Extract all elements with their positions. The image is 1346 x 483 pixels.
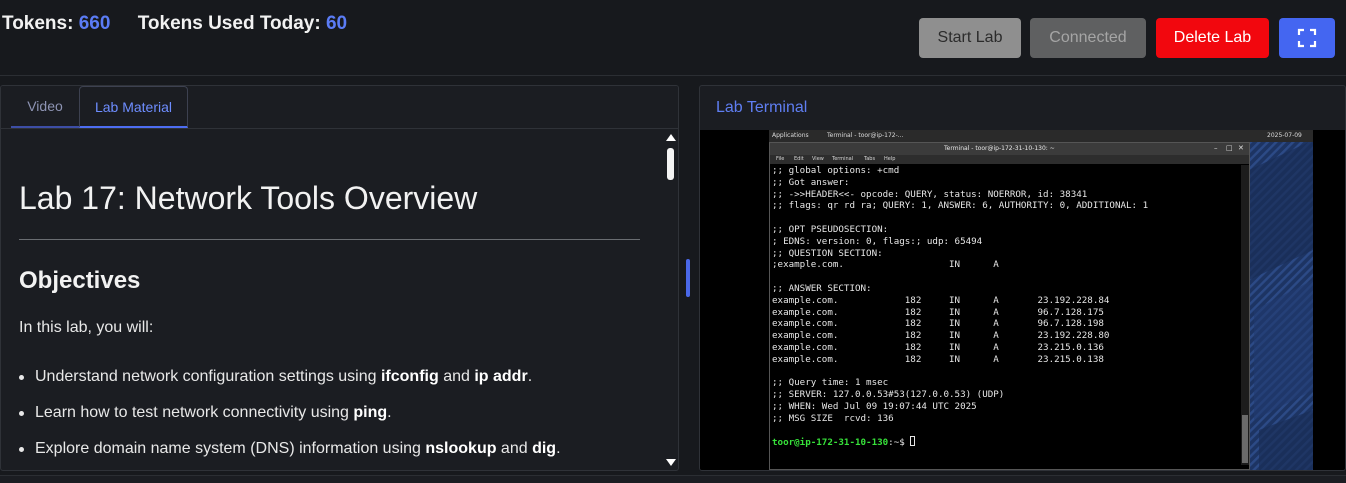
terminal-line: ;example.com. IN A — [772, 259, 999, 271]
terminal-line: example.com. 182 IN A 96.7.128.175 — [772, 306, 1104, 318]
scroll-thumb[interactable] — [667, 148, 674, 180]
terminal-line: example.com. 182 IN A 23.192.228.84 — [772, 294, 1110, 306]
terminal-output[interactable]: ;; global options: +cmd;; Got answer:;; … — [772, 165, 1242, 465]
close-icon[interactable]: ✕ — [1238, 144, 1244, 152]
terminal-cursor — [910, 436, 916, 447]
terminal-lines: ;; global options: +cmd;; Got answer:;; … — [772, 165, 1242, 436]
applications-menu[interactable]: Applications — [772, 132, 809, 139]
terminal-line: ;; Query time: 1 msec — [772, 377, 889, 389]
menu-view[interactable]: View — [812, 156, 824, 162]
menu-help[interactable]: Help — [884, 156, 895, 162]
terminal-line: ;; ->>HEADER<<- opcode: QUERY, status: N… — [772, 188, 1088, 200]
menu-file[interactable]: File — [776, 156, 784, 162]
tab-video[interactable]: Video — [11, 86, 79, 128]
terminal-titlebar[interactable]: Terminal - toor@ip-172-31-10-130: ~ – □ … — [770, 143, 1249, 155]
content-scrollbar[interactable] — [664, 130, 678, 470]
terminal-line: ;; Got answer: — [772, 176, 850, 188]
terminal-window-title: Terminal - toor@ip-172-31-10-130: ~ — [944, 145, 1055, 152]
start-lab-button[interactable]: Start Lab — [919, 18, 1021, 58]
terminal-prompt-suffix: :~$ — [888, 437, 911, 449]
title-divider — [19, 239, 640, 240]
terminal-prompt-line: toor@ip-172-31-10-130:~$ — [772, 436, 1242, 449]
terminal-line: ;; ANSWER SECTION: — [772, 282, 872, 294]
vm-display[interactable]: Applications Terminal - toor@ip-172-... … — [700, 130, 1345, 470]
remote-desktop[interactable]: Applications Terminal - toor@ip-172-... … — [769, 130, 1313, 470]
panel-resize-handle[interactable] — [686, 259, 690, 297]
objectives-list: Understand network configuration setting… — [19, 368, 649, 470]
tokens-label: Tokens: — [2, 13, 74, 34]
terminal-line: example.com. 182 IN A 23.192.228.80 — [772, 330, 1110, 342]
terminal-line: example.com. 182 IN A 23.215.0.138 — [772, 353, 1104, 365]
fullscreen-icon — [1297, 28, 1317, 48]
tokens-used-label: Tokens Used Today: — [137, 13, 321, 34]
token-counter: Tokens: 660 Tokens Used Today: 60 — [2, 13, 347, 35]
scroll-up-arrow-icon[interactable] — [666, 134, 676, 141]
bottom-strip — [0, 475, 1346, 483]
lab-title: Lab 17: Network Tools Overview — [19, 180, 478, 216]
lab-content: Lab 17: Network Tools Overview Objective… — [1, 130, 663, 470]
tokens-value: 660 — [78, 13, 111, 34]
desktop-clock: 2025-07-09 — [1267, 132, 1302, 139]
list-item: Learn how to test network connectivity u… — [19, 404, 649, 440]
top-bar: Tokens: 660 Tokens Used Today: 60 Start … — [0, 0, 1346, 76]
terminal-line: ;; MSG SIZE rcvd: 136 — [772, 412, 894, 424]
menu-terminal[interactable]: Terminal — [832, 156, 853, 162]
list-item: Understand network configuration setting… — [19, 368, 649, 404]
terminal-line: ;; SERVER: 127.0.0.53#53(127.0.0.53) (UD… — [772, 389, 1005, 401]
list-item: Explore domain name system (DNS) informa… — [19, 440, 649, 470]
delete-lab-button[interactable]: Delete Lab — [1156, 18, 1269, 58]
minimize-icon[interactable]: – — [1214, 144, 1218, 152]
terminal-scrollbar[interactable] — [1241, 165, 1249, 465]
desktop-top-panel: Applications Terminal - toor@ip-172-... … — [769, 130, 1313, 142]
terminal-line: ;; OPT PSEUDOSECTION: — [772, 223, 889, 235]
terminal-line: ; EDNS: version: 0, flags:; udp: 65494 — [772, 235, 983, 247]
maximize-icon[interactable]: □ — [1226, 144, 1233, 152]
terminal-line: ;; QUESTION SECTION: — [772, 247, 883, 259]
terminal-prompt: toor@ip-172-31-10-130 — [772, 437, 889, 449]
tab-bar: Video Lab Material — [1, 86, 678, 129]
terminal-line: ;; global options: +cmd — [772, 165, 900, 176]
menu-edit[interactable]: Edit — [794, 156, 804, 162]
fullscreen-button[interactable] — [1279, 18, 1335, 58]
scroll-down-arrow-icon[interactable] — [666, 459, 676, 466]
taskbar-item-terminal[interactable]: Terminal - toor@ip-172-... — [827, 132, 903, 139]
terminal-line: ;; WHEN: Wed Jul 09 19:07:44 UTC 2025 — [772, 400, 977, 412]
terminal-scroll-thumb[interactable] — [1242, 415, 1248, 463]
terminal-window[interactable]: Terminal - toor@ip-172-31-10-130: ~ – □ … — [769, 142, 1250, 470]
terminal-line: example.com. 182 IN A 96.7.128.198 — [772, 318, 1104, 330]
objectives-intro: In this lab, you will: — [19, 319, 154, 336]
tokens-used-value: 60 — [325, 13, 348, 34]
objectives-heading: Objectives — [19, 267, 141, 294]
lab-terminal-title: Lab Terminal — [716, 99, 808, 116]
lab-material-panel: Video Lab Material Lab 17: Network Tools… — [0, 85, 679, 471]
lab-terminal-panel: Lab Terminal Applications Terminal - too… — [699, 85, 1346, 471]
terminal-menubar: File Edit View Terminal Tabs Help — [770, 155, 1249, 164]
terminal-line: ;; flags: qr rd ra; QUERY: 1, ANSWER: 6,… — [772, 200, 1149, 212]
menu-tabs[interactable]: Tabs — [864, 156, 875, 162]
connected-button[interactable]: Connected — [1030, 18, 1146, 58]
tab-lab-material[interactable]: Lab Material — [79, 86, 188, 128]
terminal-line: example.com. 182 IN A 23.215.0.136 — [772, 341, 1104, 353]
